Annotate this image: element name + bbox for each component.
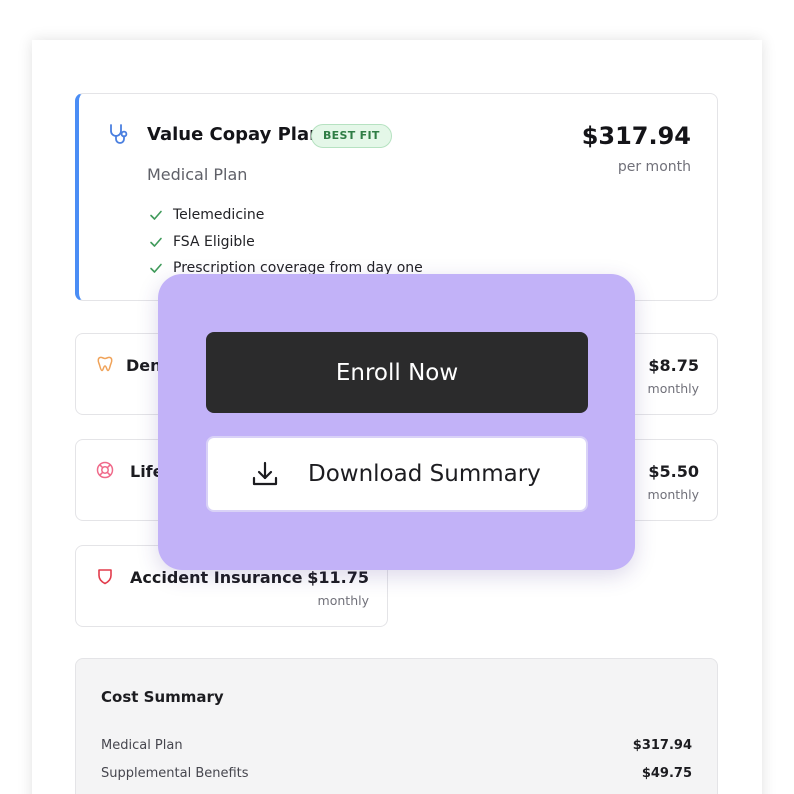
benefit-unit: monthly	[647, 487, 699, 502]
enroll-now-button[interactable]: Enroll Now	[206, 332, 588, 413]
summary-row-amount: $49.75	[641, 766, 692, 781]
action-overlay: Enroll Now Download Summary	[158, 274, 635, 570]
cost-summary-panel: Cost Summary Medical Plan $317.94 Supple…	[75, 658, 718, 794]
check-icon	[150, 210, 162, 221]
plan-type: Medical Plan	[147, 165, 248, 184]
enroll-now-label: Enroll Now	[335, 359, 459, 386]
benefit-name: Den	[126, 356, 162, 375]
benefit-name: Accident Insurance	[130, 568, 303, 587]
summary-row-amount: $317.94	[632, 738, 692, 753]
lifebuoy-icon	[96, 461, 114, 479]
summary-row: Medical Plan $317.94	[101, 738, 692, 753]
plan-title: Value Copay Plan	[147, 124, 322, 145]
cost-summary-title: Cost Summary	[101, 688, 224, 706]
benefit-unit: monthly	[317, 593, 369, 608]
summary-row-label: Supplemental Benefits	[101, 766, 249, 781]
tooth-icon	[97, 356, 113, 372]
summary-row-label: Medical Plan	[101, 738, 183, 753]
feature-item: Telemedicine	[149, 202, 423, 229]
summary-row: Supplemental Benefits $49.75	[101, 766, 692, 781]
shield-icon	[98, 569, 112, 585]
download-icon	[252, 461, 278, 486]
benefit-price: $5.50	[648, 462, 699, 481]
medical-plan-card[interactable]: Value Copay Plan BEST FIT Medical Plan $…	[75, 93, 718, 301]
benefit-unit: monthly	[647, 381, 699, 396]
download-summary-label: Download Summary	[308, 461, 541, 487]
best-fit-badge: BEST FIT	[311, 124, 392, 148]
feature-list: Telemedicine FSA Eligible Prescription c…	[149, 202, 423, 282]
feature-label: Telemedicine	[173, 207, 265, 224]
plan-price: $317.94	[581, 122, 691, 150]
stethoscope-icon	[110, 124, 128, 144]
feature-label: FSA Eligible	[173, 233, 255, 250]
benefit-price: $11.75	[307, 568, 369, 587]
feature-item: FSA Eligible	[149, 229, 423, 256]
download-summary-button[interactable]: Download Summary	[206, 436, 588, 512]
plan-price-unit: per month	[617, 159, 691, 175]
check-icon	[150, 263, 162, 274]
check-icon	[150, 237, 162, 247]
benefit-price: $8.75	[648, 356, 699, 375]
